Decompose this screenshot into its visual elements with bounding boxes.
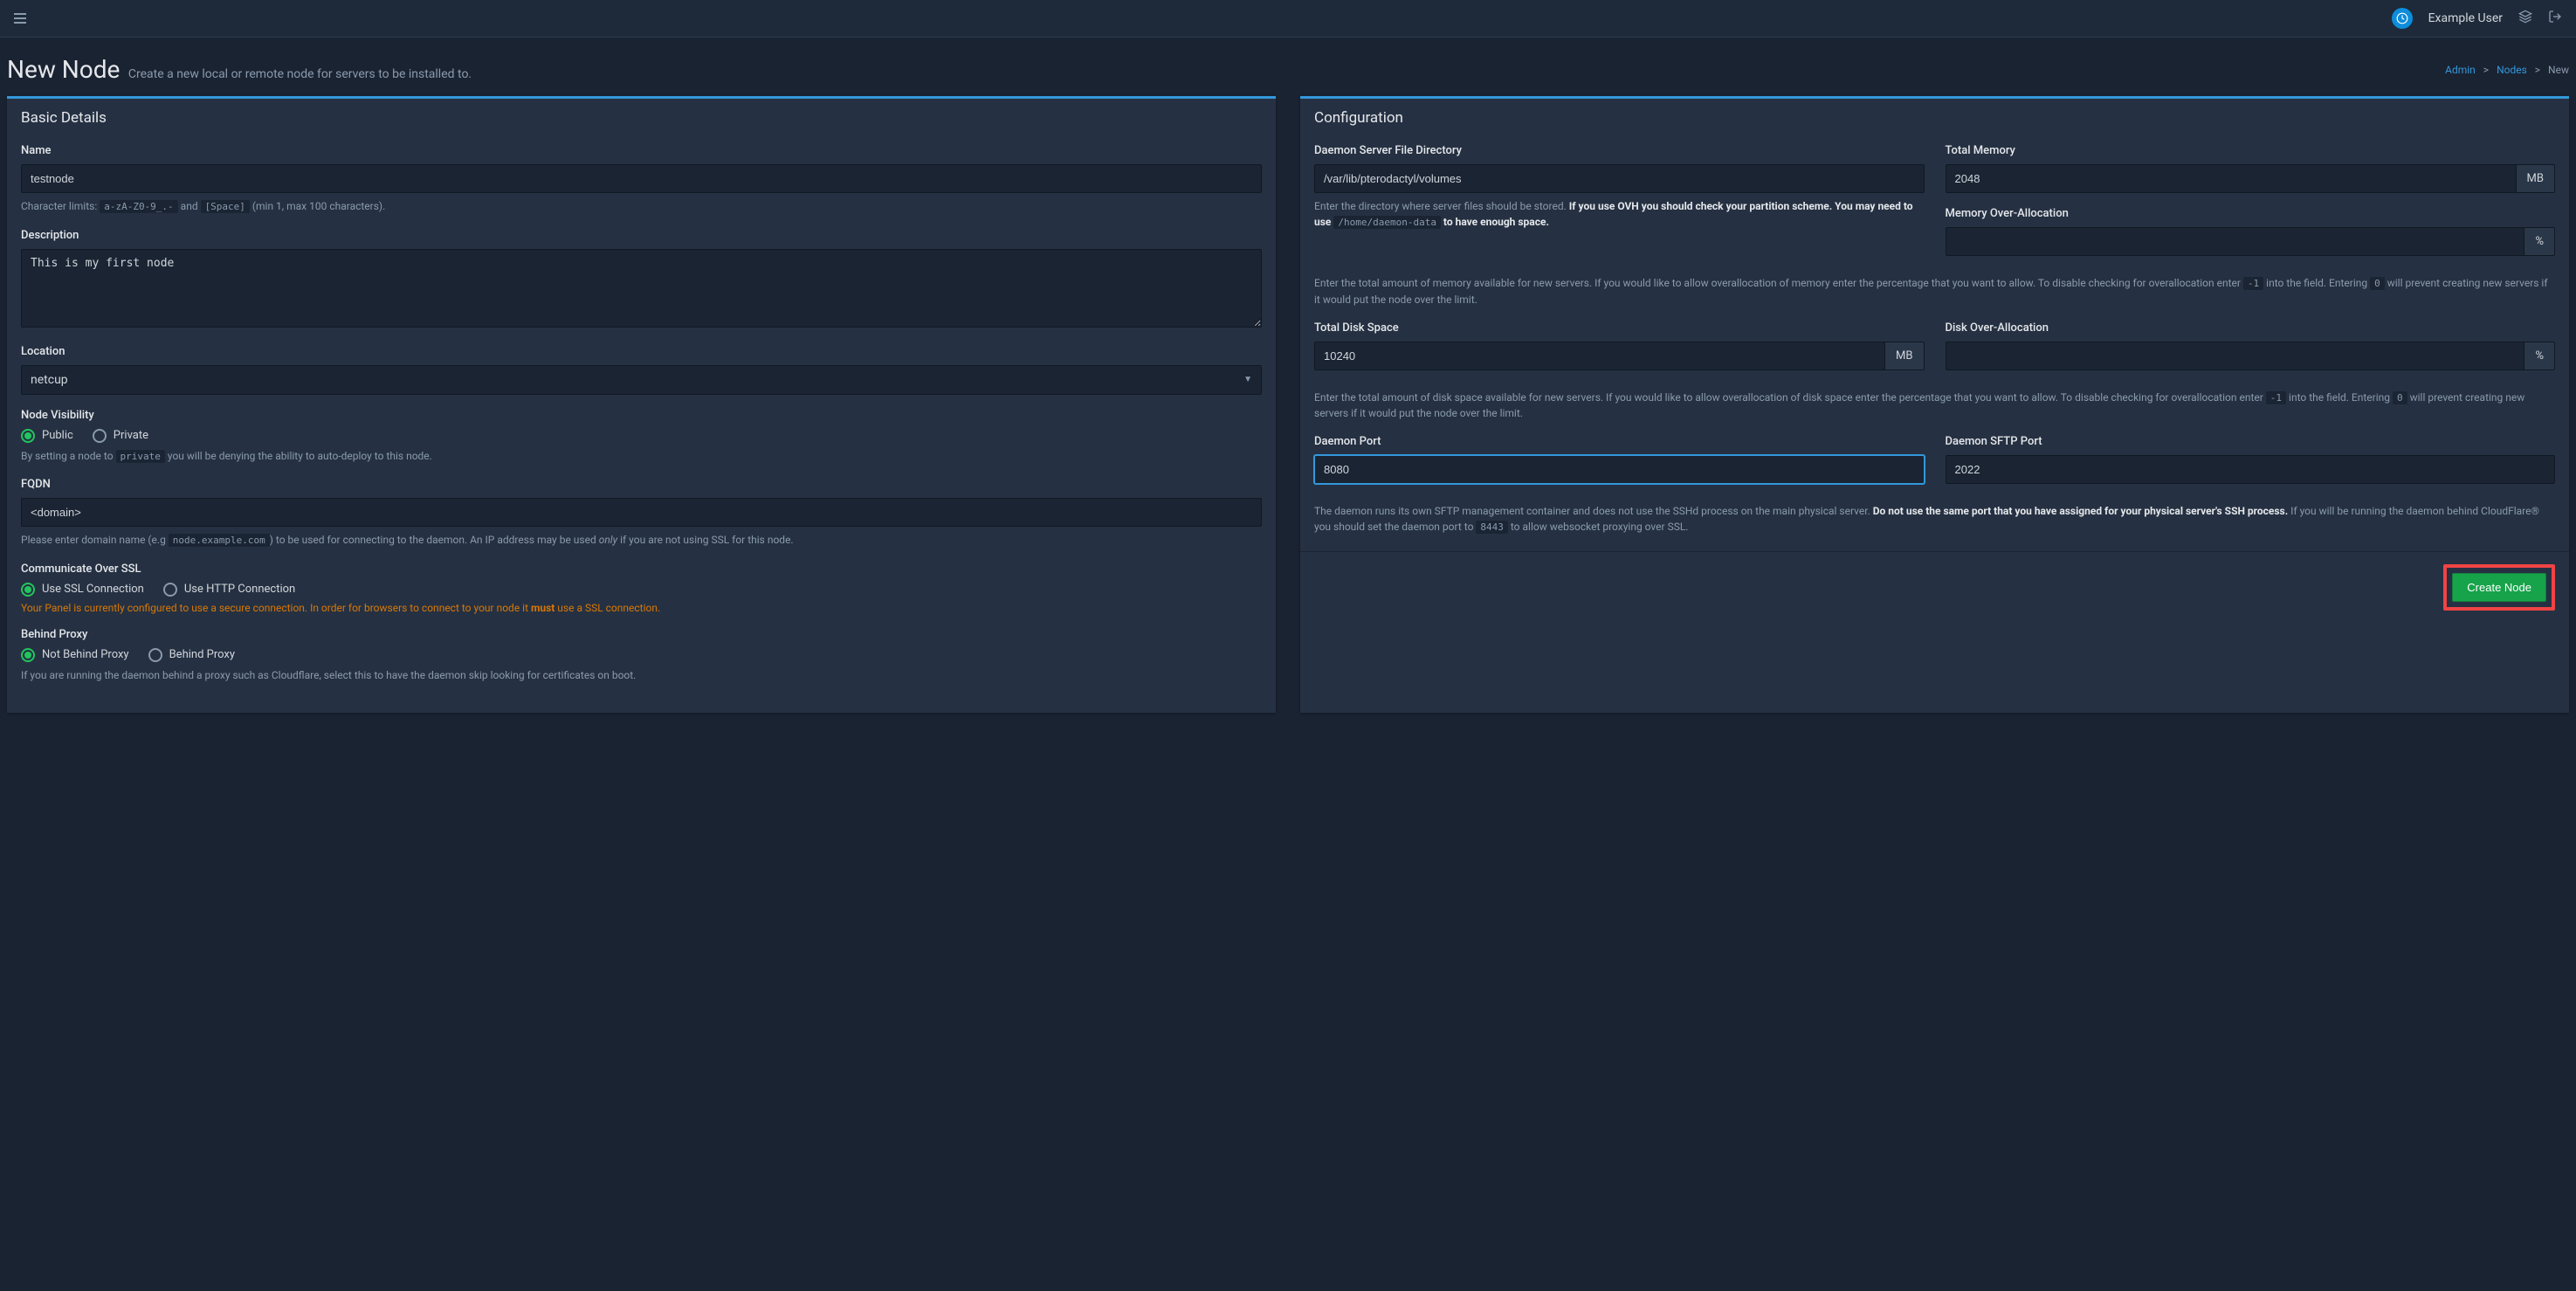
radio-icon [93, 429, 107, 443]
radio-icon [21, 429, 35, 443]
disk-over-input[interactable] [1946, 342, 2525, 370]
logout-icon[interactable] [2548, 10, 2562, 27]
visibility-label: Node Visibility [21, 409, 1262, 422]
memory-over-label: Memory Over-Allocation [1946, 207, 2556, 220]
topbar: Example User [0, 0, 2576, 38]
config-panel-title: Configuration [1300, 99, 2569, 137]
proxy-yes-radio[interactable]: Behind Proxy [148, 648, 235, 662]
breadcrumb: Admin > Nodes > New [2445, 64, 2569, 76]
location-value: netcup [31, 373, 68, 387]
page-title: New Node [7, 55, 120, 84]
description-textarea[interactable]: This is my first node [21, 249, 1262, 328]
menu-toggle-icon[interactable] [14, 10, 31, 27]
dir-help: Enter the directory where server files s… [1314, 198, 1925, 231]
disk-label: Total Disk Space [1314, 321, 1925, 335]
name-input[interactable] [21, 164, 1262, 193]
configuration-panel: Configuration Daemon Server File Directo… [1300, 96, 2569, 713]
daemon-port-label: Daemon Port [1314, 435, 1925, 448]
layers-icon[interactable] [2518, 10, 2532, 27]
location-select[interactable]: netcup ▼ [21, 365, 1262, 395]
radio-icon [21, 648, 35, 662]
username[interactable]: Example User [2428, 11, 2503, 25]
fqdn-input[interactable] [21, 498, 1262, 527]
memory-help: Enter the total amount of memory availab… [1314, 275, 2555, 307]
create-node-button[interactable]: Create Node [2452, 573, 2546, 602]
basic-panel-title: Basic Details [7, 99, 1276, 137]
memory-unit: MB [2517, 164, 2555, 193]
percent-unit: % [2524, 227, 2555, 256]
proxy-help: If you are running the daemon behind a p… [21, 667, 1262, 683]
create-button-highlight: Create Node [2443, 564, 2555, 611]
location-label: Location [21, 345, 1262, 358]
radio-icon [21, 583, 35, 597]
visibility-private-radio[interactable]: Private [93, 429, 148, 443]
sftp-port-label: Daemon SFTP Port [1946, 435, 2556, 448]
ssl-http-radio[interactable]: Use HTTP Connection [163, 583, 295, 597]
name-label: Name [21, 144, 1262, 157]
visibility-public-radio[interactable]: Public [21, 429, 73, 443]
percent-unit: % [2524, 342, 2555, 370]
memory-label: Total Memory [1946, 144, 2556, 157]
disk-unit: MB [1885, 342, 1924, 370]
daemon-port-input[interactable] [1314, 455, 1925, 484]
breadcrumb-nodes[interactable]: Nodes [2497, 64, 2527, 76]
topbar-right: Example User [2392, 8, 2562, 29]
disk-help: Enter the total amount of disk space ava… [1314, 390, 2555, 422]
page-header: New Node Create a new local or remote no… [7, 48, 2569, 96]
disk-over-label: Disk Over-Allocation [1946, 321, 2556, 335]
disk-input[interactable] [1314, 342, 1885, 370]
dir-label: Daemon Server File Directory [1314, 144, 1925, 157]
proxy-label: Behind Proxy [21, 628, 1262, 641]
fqdn-label: FQDN [21, 478, 1262, 491]
chevron-down-icon: ▼ [1243, 375, 1252, 384]
ssl-use-radio[interactable]: Use SSL Connection [21, 583, 144, 597]
page-subtitle: Create a new local or remote node for se… [128, 67, 472, 81]
ssl-label: Communicate Over SSL [21, 563, 1262, 576]
sftp-port-input[interactable] [1946, 455, 2556, 484]
dir-input[interactable] [1314, 164, 1925, 193]
memory-input[interactable] [1946, 164, 2517, 193]
breadcrumb-current: New [2548, 64, 2569, 76]
proxy-not-radio[interactable]: Not Behind Proxy [21, 648, 129, 662]
avatar[interactable] [2392, 8, 2413, 29]
breadcrumb-admin[interactable]: Admin [2445, 64, 2476, 76]
visibility-help: By setting a node to private you will be… [21, 448, 1262, 465]
ssl-warning: Your Panel is currently configured to us… [21, 602, 1262, 614]
basic-details-panel: Basic Details Name Character limits: a-z… [7, 96, 1276, 713]
description-label: Description [21, 229, 1262, 242]
radio-icon [163, 583, 177, 597]
fqdn-help: Please enter domain name (e.g node.examp… [21, 532, 1262, 549]
radio-icon [148, 648, 162, 662]
sftp-help: The daemon runs its own SFTP management … [1314, 503, 2555, 535]
name-help: Character limits: a-zA-Z0-9_.- and [Spac… [21, 198, 1262, 215]
memory-over-input[interactable] [1946, 227, 2525, 256]
